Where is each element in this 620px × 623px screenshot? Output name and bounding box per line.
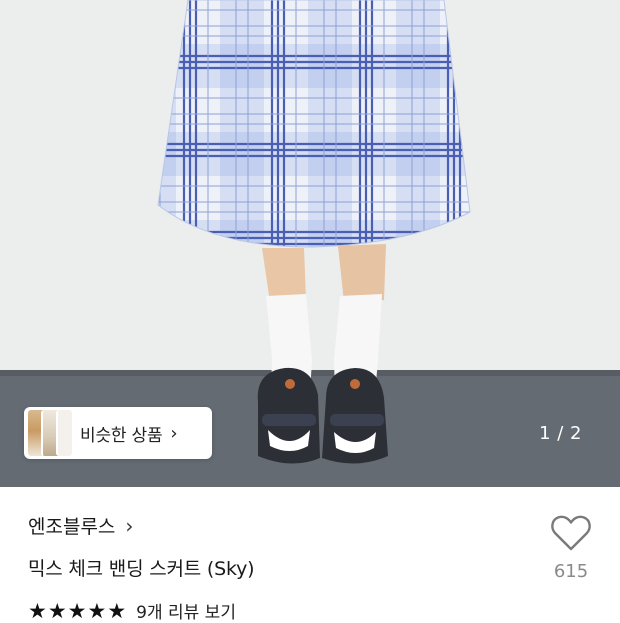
like-count: 615 bbox=[553, 561, 589, 582]
similar-products-button[interactable]: 비슷한 상품 › bbox=[24, 407, 212, 459]
star-rating: ★ ★ ★ ★ ★ bbox=[28, 600, 126, 622]
similar-products-thumbnails bbox=[24, 407, 72, 459]
brand-link[interactable]: 엔조블루스 › bbox=[28, 512, 133, 539]
heart-outline-icon bbox=[551, 515, 591, 551]
star-icon: ★ bbox=[28, 598, 47, 623]
brand-name: 엔조블루스 bbox=[28, 516, 116, 538]
product-title: 믹스 체크 밴딩 스커트 (Sky) bbox=[28, 558, 255, 580]
star-icon: ★ bbox=[107, 598, 127, 623]
star-icon: ★ bbox=[87, 598, 107, 623]
like-button[interactable]: 615 bbox=[544, 514, 598, 582]
similar-thumbnail bbox=[56, 410, 72, 456]
image-page-indicator: 1 / 2 bbox=[539, 423, 582, 444]
chevron-right-icon: › bbox=[125, 513, 134, 538]
star-icon: ★ bbox=[67, 598, 87, 623]
similar-products-label: 비슷한 상품 bbox=[80, 425, 163, 446]
product-image[interactable]: 비슷한 상품 › 1 / 2 bbox=[0, 0, 620, 487]
chevron-right-icon: › bbox=[170, 422, 178, 444]
rating-row: ★ ★ ★ ★ ★ 9개 리뷰 보기 bbox=[28, 598, 236, 623]
star-icon: ★ bbox=[47, 598, 67, 623]
review-link[interactable]: 9개 리뷰 보기 bbox=[136, 598, 236, 623]
